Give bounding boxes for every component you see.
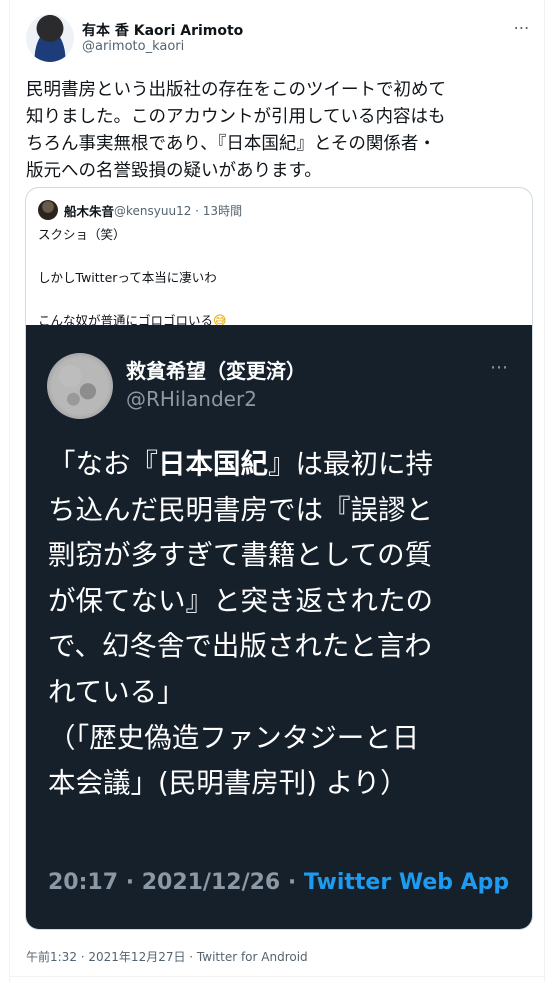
screenshot-footer-time: 20:17 · 2021/12/26 · [48,870,304,895]
quoted-line [38,246,518,268]
screenshot-line-part: 』は最初に持 [268,448,433,480]
screenshot-display-name: 救貧希望（変更済） [126,359,306,383]
quoted-meta: @kensyuu12 · 13時間 [114,202,242,219]
author-display-name[interactable]: 有本 香 Kaori Arimoto [82,20,243,40]
screenshot-line: で、幻冬舎で出版されたと言わ [48,630,432,663]
screenshot-line: ち込んだ民明書房では『誤謬と [48,493,433,526]
tweet: 有本 香 Kaori Arimoto @arimoto_kaori ⋯ 民明書房… [0,0,554,982]
author-handle[interactable]: @arimoto_kaori [82,39,184,54]
screenshot-tweet-text: 「なお『日本国紀』は最初に持 ち込んだ民明書房では『誤謬と 剽窃が多すぎて書籍と… [48,442,518,807]
screenshot-footer: 20:17 · 2021/12/26 · Twitter Web App [48,870,509,895]
screenshot-line: 「なお『日本国紀』は最初に持 [48,442,518,488]
screenshot-line: が保てない』と突き返されたの [48,584,433,617]
quoted-text: スクショ（笑） しかしTwitterって本当に凄いわ こんな奴が普通にゴロゴロい… [38,224,518,332]
more-options-icon[interactable]: ⋯ [510,18,534,38]
screenshot-line: 本会議」(民明書房刊) より） [48,767,408,800]
quoted-time: 13時間 [202,204,243,218]
screenshot-line: （「歴史偽造ファンタジーと日 [48,721,420,754]
screenshot-line-bold: 日本国紀 [158,448,268,480]
quoted-line [38,289,518,311]
quoted-display-name: 船木朱音 [64,204,115,219]
quoted-line: しかしTwitterって本当に凄いわ [38,270,217,285]
quoted-avatar [38,200,58,220]
moon-avatar [47,353,113,419]
screenshot-more-icon: ⋯ [490,357,510,378]
screenshot-image[interactable]: 救貧希望（変更済） @RHilander2 ⋯ 「なお『日本国紀』は最初に持 ち… [26,325,532,929]
screenshot-line: れている」 [48,675,185,708]
screenshot-line-part: 「なお『 [48,448,158,480]
divider [9,976,545,977]
tweet-text: 民明書房という出版社の存在をこのツイートで初めて 知りました。このアカウントが引… [26,80,446,181]
quoted-line: スクショ（笑） [38,227,126,242]
screenshot-handle: @RHilander2 [126,387,257,411]
quoted-handle: @kensyuu12 [114,204,192,218]
tweet-timestamp[interactable]: 午前1:32 · 2021年12月27日 · Twitter for Andro… [26,948,308,965]
quoted-tweet[interactable]: 船木朱音 @kensyuu12 · 13時間 スクショ（笑） しかしTwitte… [25,187,533,930]
screenshot-line: 剽窃が多すぎて書籍としての質 [48,539,433,572]
screenshot-footer-app: Twitter Web App [303,870,510,895]
avatar[interactable] [26,14,74,62]
meta-separator: · [191,204,203,218]
